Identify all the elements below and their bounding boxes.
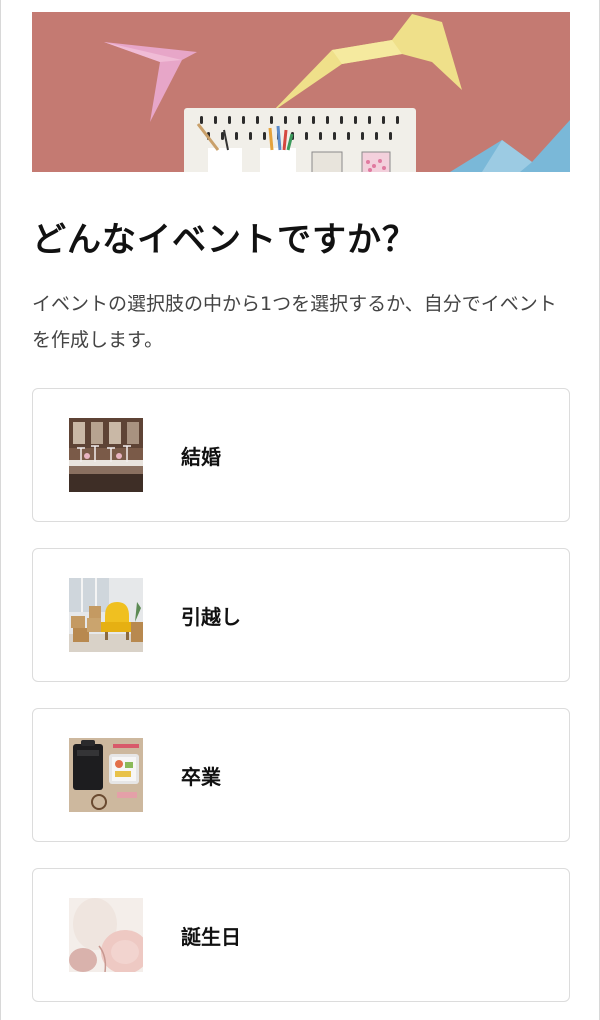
page-title: どんなイベントですか？	[32, 220, 417, 260]
event-option-graduation[interactable]: 卒業	[32, 708, 570, 842]
page-description: イベントの選択肢の中から1つを選択するか、自分でイベントを作成します。	[32, 293, 557, 351]
event-label: 結婚	[181, 445, 221, 469]
graduation-thumbnail	[69, 738, 143, 812]
event-label: 引越し	[181, 605, 241, 629]
event-option-birthday[interactable]: 誕生日	[32, 868, 570, 1002]
hero-image	[32, 12, 570, 172]
event-label: 卒業	[181, 765, 221, 789]
moving-thumbnail	[69, 578, 143, 652]
event-option-wedding[interactable]: 結婚	[32, 388, 570, 522]
wedding-thumbnail	[69, 418, 143, 492]
birthday-thumbnail	[69, 898, 143, 972]
event-label: 誕生日	[181, 925, 241, 949]
event-type-page: どんなイベントですか？ イベントの選択肢の中から1つを選択するか、自分でイベント…	[0, 0, 600, 1020]
event-option-moving[interactable]: 引越し	[32, 548, 570, 682]
